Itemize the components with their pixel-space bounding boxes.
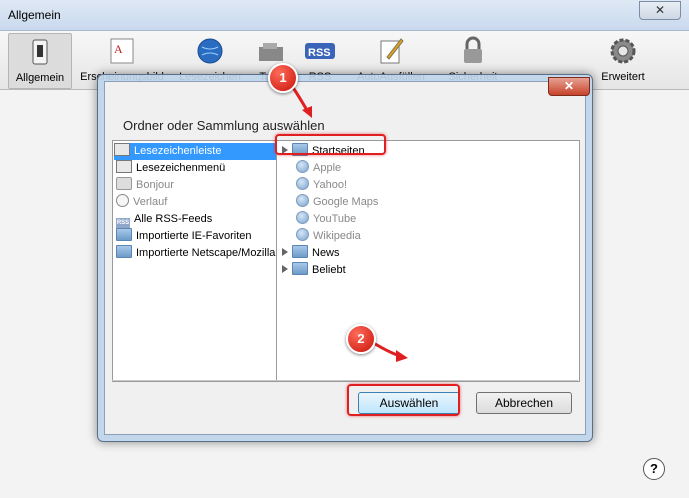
annotation-arrows — [290, 85, 408, 362]
annotation-marker-2: 2 — [346, 324, 376, 354]
arrow-2-icon — [371, 340, 401, 358]
annotation-marker-1: 1 — [268, 63, 298, 93]
arrow-2-head-icon — [396, 350, 408, 362]
arrow-1-icon — [290, 85, 310, 113]
